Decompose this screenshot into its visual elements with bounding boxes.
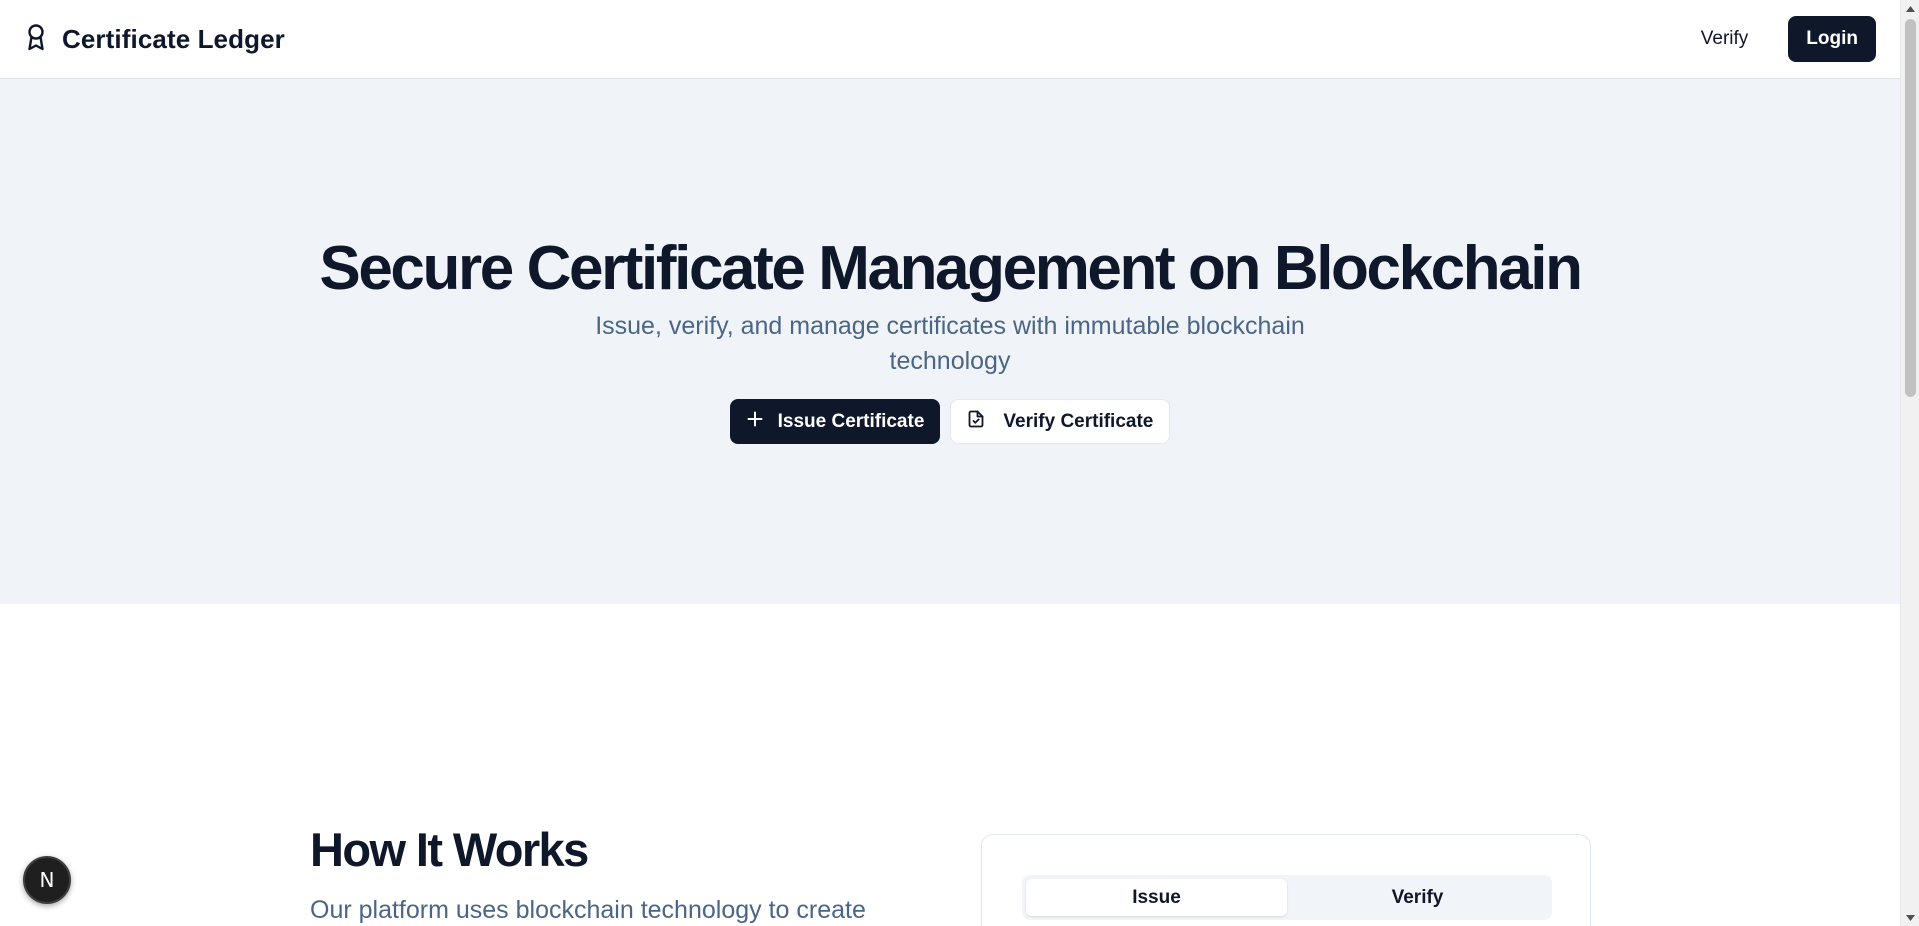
scroll-down-arrow-icon[interactable] [1901,909,1919,926]
workflow-card: Issue Verify [981,834,1591,926]
brand[interactable]: Certificate Ledger [24,23,285,56]
login-button[interactable]: Login [1788,16,1876,62]
workflow-tabs: Issue Verify [1022,875,1552,920]
verify-certificate-label: Verify Certificate [1003,410,1154,432]
hero-section: Secure Certificate Management on Blockch… [0,79,1900,604]
nav-verify-link[interactable]: Verify [1683,16,1767,62]
dev-tools-badge[interactable]: N [23,856,71,904]
award-icon [24,23,48,56]
issue-certificate-label: Issue Certificate [777,410,925,432]
scrollbar-thumb[interactable] [1905,19,1916,397]
vertical-scrollbar[interactable] [1900,0,1919,926]
hero-title: Secure Certificate Management on Blockch… [319,234,1583,303]
nav-actions: Verify Login [1683,16,1876,62]
scroll-up-arrow-icon[interactable] [1901,0,1919,17]
verify-certificate-button[interactable]: Verify Certificate [950,399,1171,444]
tab-issue[interactable]: Issue [1026,879,1287,916]
tab-verify[interactable]: Verify [1287,879,1548,916]
plus-icon [746,410,764,434]
file-check-icon [967,410,985,434]
brand-name: Certificate Ledger [62,23,285,54]
issue-certificate-button[interactable]: Issue Certificate [729,399,941,444]
hero-subtitle: Issue, verify, and manage certificates w… [595,312,1305,375]
how-it-works-title: How It Works [310,823,589,876]
top-navbar: Certificate Ledger Verify Login [0,0,1900,79]
how-it-works-description: Our platform uses blockchain technology … [310,896,866,924]
hero-actions: Issue Certificate Verify Certificate [0,399,1900,444]
page: Certificate Ledger Verify Login Secure C… [0,0,1900,926]
